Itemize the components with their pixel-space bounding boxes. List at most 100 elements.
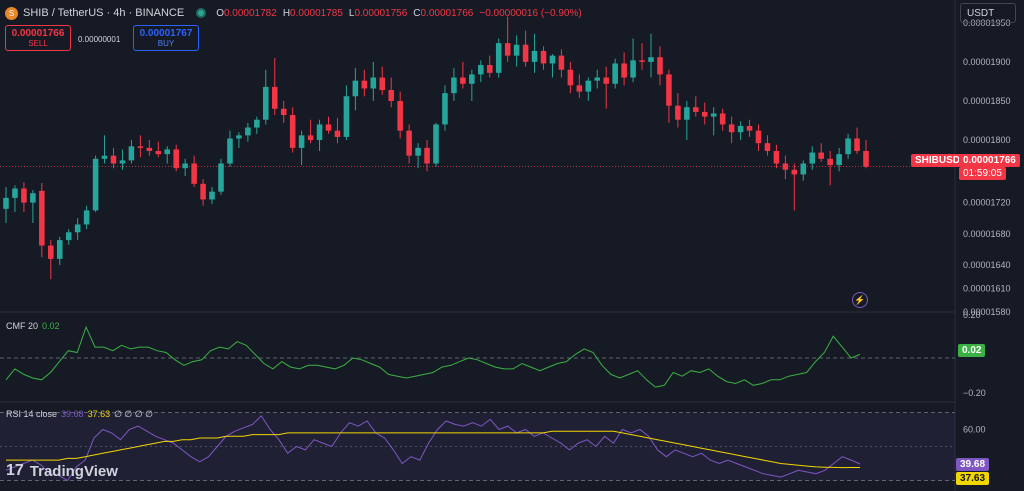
rsi-extras: ∅ ∅ ∅ ∅ (114, 409, 153, 419)
candle-body (406, 130, 412, 156)
candle-body (119, 160, 126, 164)
candle-body (343, 96, 350, 137)
candle-body (316, 124, 323, 141)
price-axis[interactable]: 0.000019500.000019000.000018500.00001800… (963, 18, 1011, 435)
candle-body (630, 60, 636, 78)
candle-body (65, 232, 72, 241)
candle-body (280, 108, 287, 116)
price-tick-label: 0.00001900 (963, 57, 1011, 67)
candle-body (182, 163, 188, 169)
candle-body (854, 138, 860, 151)
spread-value: 0.00000001 (78, 35, 121, 44)
symbol-title[interactable]: SHIB / TetherUS · 4h · BINANCE (23, 7, 184, 19)
candle-body (594, 77, 601, 81)
candle-body (728, 124, 735, 133)
price-tick-label: 0.00001610 (963, 284, 1011, 294)
candle-body (800, 163, 807, 175)
cmf-axis-bottom: −0.20 (963, 388, 986, 398)
candle-body (612, 63, 618, 84)
cmf-axis-top: 0.20 (963, 310, 981, 320)
candle-body (567, 69, 574, 86)
rsi-axis-tick: 60.00 (963, 425, 986, 435)
rsi-label: RSI 14 close (6, 409, 58, 419)
candle-body (675, 105, 681, 120)
rsi-value: 39.68 (61, 409, 84, 419)
candle-body (3, 197, 9, 209)
candle-body (101, 155, 108, 159)
rsi-legend[interactable]: RSI 14 close 39.68 37.63 ∅ ∅ ∅ ∅ (6, 409, 153, 420)
candle-body (56, 240, 63, 259)
candle-body (495, 43, 502, 73)
candle-body (603, 77, 609, 84)
high-key: H (282, 7, 291, 19)
candle-body (128, 146, 135, 161)
candle-body (791, 169, 798, 175)
sell-price: 0.00001766 (11, 28, 65, 39)
candle-body (746, 125, 753, 131)
candle-body (370, 77, 377, 89)
candle-body (549, 55, 556, 64)
shib-coin-icon: S (5, 6, 18, 20)
candle-body (666, 74, 672, 106)
candle-body (263, 86, 269, 120)
close-key: C (413, 7, 421, 19)
candle-body (621, 63, 627, 78)
candle-body (531, 50, 538, 62)
candle-body (424, 147, 430, 164)
price-tick-label: 0.00001640 (963, 260, 1011, 270)
candle-body (639, 60, 645, 62)
lightning-icon[interactable]: ⚡ (852, 292, 868, 308)
candle-body (469, 74, 475, 84)
candle-body (155, 150, 162, 155)
candle-body (773, 150, 780, 164)
tradingview-chart-window: 0.00001950 0.00001900 0.00001850 0.00001800… (0, 0, 1024, 491)
currency-selector[interactable]: USDT (960, 3, 1016, 23)
candle-body (74, 224, 81, 233)
candle-body (379, 77, 386, 91)
candle-body (352, 80, 359, 97)
candle-body (558, 55, 565, 70)
candle-body (21, 188, 27, 203)
tradingview-logo-text: TradingView (29, 462, 118, 480)
candle-body (236, 135, 242, 139)
candle-body (388, 90, 394, 101)
cmf-value: 0.02 (42, 321, 60, 331)
candle-body (298, 135, 305, 148)
candle-body (693, 107, 699, 112)
rsi-pane (0, 412, 955, 482)
cmf-legend[interactable]: CMF 20 0.02 (6, 321, 60, 331)
market-open-status-icon (196, 8, 207, 18)
rsi-ma-axis-tag: 37.63 (956, 472, 990, 485)
close-value: 0.00001766 (420, 7, 474, 19)
price-tick-label: 0.00001850 (963, 96, 1011, 106)
candle-body (701, 111, 708, 117)
candle-body (137, 146, 144, 148)
chart-canvas[interactable]: 0.000019500.000019000.000018500.00001800… (0, 0, 1024, 491)
candle-body (227, 138, 233, 164)
rsi-ma-value: 37.63 (87, 409, 111, 419)
candle-body (478, 65, 484, 75)
candle-body (755, 130, 762, 144)
candle-body (845, 138, 851, 155)
candle-body (460, 77, 466, 84)
candle-body (200, 183, 206, 200)
buy-label: BUY (157, 39, 175, 48)
candle-body (442, 93, 448, 125)
candle-body (397, 100, 403, 131)
buy-button[interactable]: 0.00001767 BUY (133, 25, 199, 51)
sell-button[interactable]: 0.00001766 SELL (5, 25, 71, 51)
price-tick-label: 0.00001720 (963, 198, 1011, 208)
candle-body (522, 44, 529, 62)
candle-body (415, 147, 421, 156)
candle-body (48, 245, 54, 259)
candle-body (83, 210, 90, 225)
candle-body (809, 152, 816, 164)
candle-body (863, 150, 869, 167)
candle-body (307, 135, 314, 141)
candle-body (12, 188, 18, 198)
tradingview-logo[interactable]: 17 TradingView (6, 462, 118, 480)
candle-body (451, 77, 457, 94)
candle-body (361, 80, 368, 89)
candle-body (254, 119, 260, 128)
candle-body (827, 158, 833, 166)
